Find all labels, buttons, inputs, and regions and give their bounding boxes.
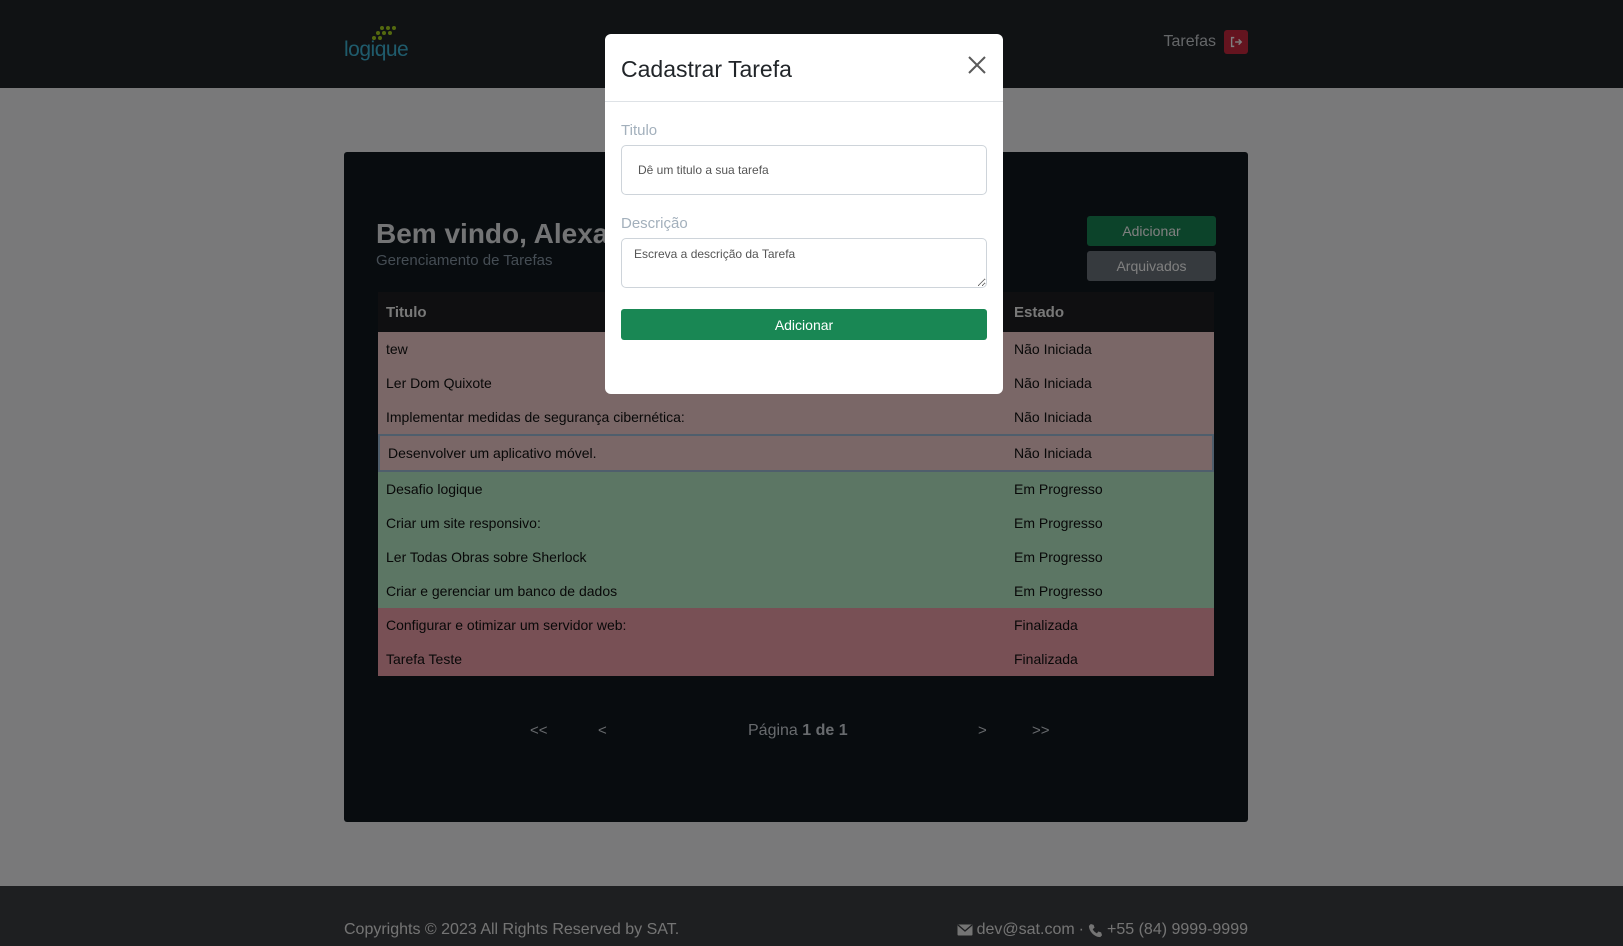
- close-button[interactable]: [965, 54, 989, 78]
- title-input[interactable]: [621, 145, 987, 195]
- modal-body: Titulo Descrição Adicionar: [621, 122, 987, 340]
- description-textarea[interactable]: [621, 238, 987, 288]
- title-label: Titulo: [621, 122, 658, 139]
- submit-button[interactable]: Adicionar: [621, 309, 987, 340]
- description-label: Descrição: [621, 215, 688, 232]
- create-task-modal: Cadastrar Tarefa Titulo Descrição Adicio…: [605, 34, 1003, 394]
- modal-title: Cadastrar Tarefa: [621, 56, 792, 82]
- close-icon: [968, 55, 986, 74]
- modal-header: Cadastrar Tarefa: [605, 34, 1003, 102]
